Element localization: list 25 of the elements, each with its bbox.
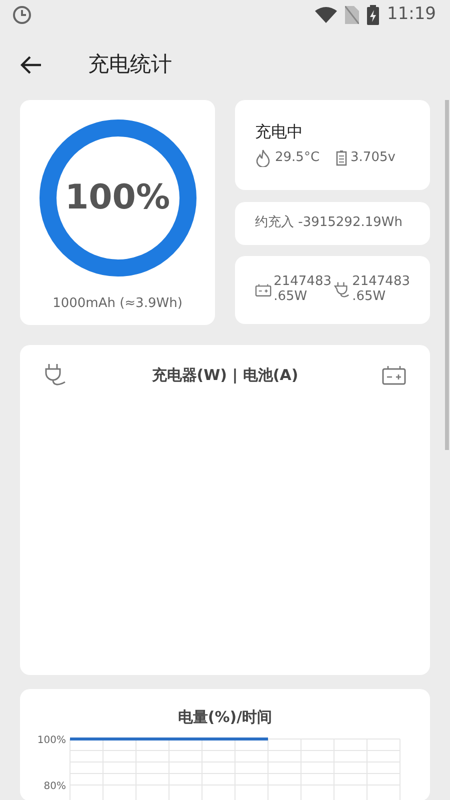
no-sim-icon: [345, 6, 359, 24]
flame-icon: [255, 148, 271, 167]
capacity-label: 1000mAh (≈3.9Wh): [52, 295, 182, 313]
back-arrow-icon[interactable]: [20, 56, 42, 74]
battery-icon: [382, 365, 406, 385]
y-tick-label: 80%: [44, 781, 66, 792]
battery-charging-icon: [367, 5, 379, 25]
charged-energy: 约充入 -3915292.19Wh: [255, 214, 402, 232]
charging-state: 充电中: [255, 121, 304, 143]
plug-icon: [334, 281, 350, 300]
charger-power: 2147483 .65W: [352, 275, 410, 306]
battery-percent: 100%: [64, 178, 170, 218]
plug-icon: [44, 363, 68, 387]
battery-icon: [255, 283, 272, 298]
temperature: 29.5°C: [275, 149, 320, 167]
status-time: 11:19: [387, 3, 436, 26]
chart-title: 充电器(W) | 电池(A): [152, 364, 298, 386]
page-title: 充电统计: [88, 51, 172, 78]
voltage: 3.705v: [350, 149, 396, 167]
clock-icon: [12, 5, 32, 25]
battery-icon: [336, 150, 347, 166]
wifi-icon: [315, 7, 337, 23]
y-tick-label: 100%: [37, 735, 66, 746]
chart-title: 电量(%)/时间: [178, 708, 272, 726]
battery-power: 2147483 .65W: [274, 275, 332, 306]
